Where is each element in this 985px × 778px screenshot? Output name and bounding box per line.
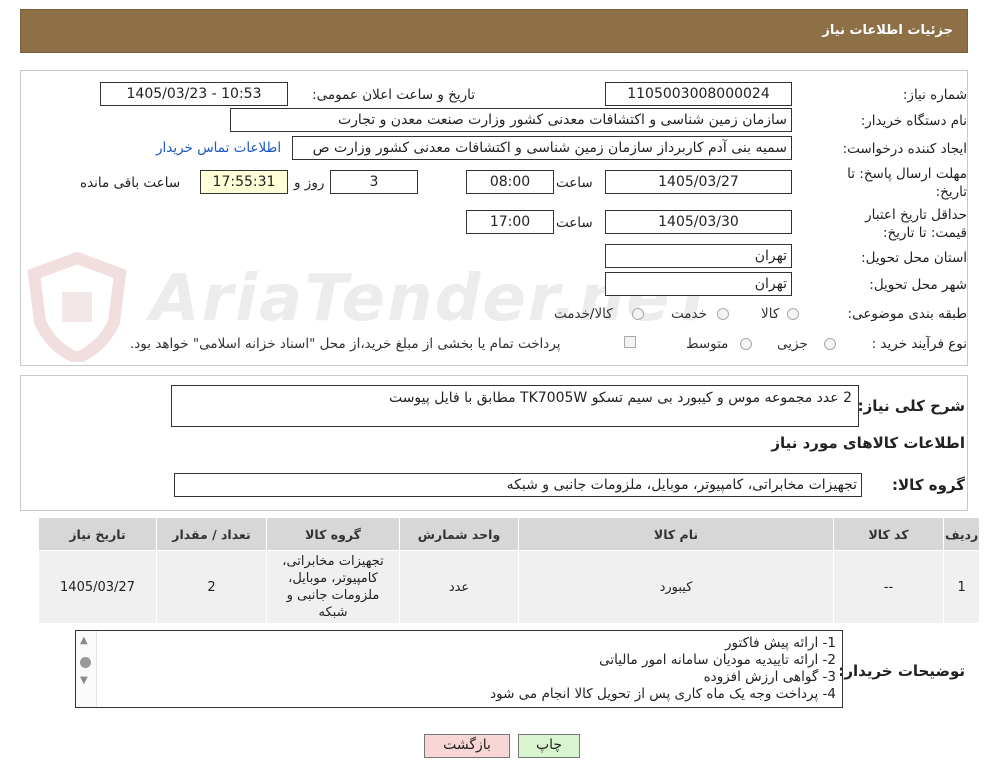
deadline-days-field: 3 xyxy=(330,170,418,194)
note-line: 3- گواهی ارزش افزوده xyxy=(703,669,836,685)
cell-row: 1 xyxy=(942,550,981,624)
province-field: تهران xyxy=(605,244,792,268)
description-field: 2 عدد مجموعه موس و کیبورد بی سیم تسکو TK… xyxy=(171,385,859,427)
scroll-down-icon[interactable]: ▼ xyxy=(80,675,88,686)
items-table-wrap: ردیف کد کالا نام کالا واحد شمارش گروه کا… xyxy=(38,517,981,624)
process-minor-label: جزیی xyxy=(777,336,808,352)
category-label: طبقه بندی موضوعی: xyxy=(847,306,967,322)
print-button[interactable]: چاپ xyxy=(518,734,580,758)
need-number-label: شماره نیاز: xyxy=(902,87,967,103)
scroll-thumb[interactable] xyxy=(80,657,91,668)
scroll-up-icon[interactable]: ▲ xyxy=(80,635,88,646)
validity-time-field: 17:00 xyxy=(466,210,554,234)
items-table: ردیف کد کالا نام کالا واحد شمارش گروه کا… xyxy=(38,517,981,624)
page-title: جزئیات اطلاعات نیاز xyxy=(822,23,953,38)
col-group: گروه کالا xyxy=(266,517,400,551)
validity-time-label: ساعت xyxy=(556,215,593,231)
deadline-days-label: روز و xyxy=(294,175,325,191)
cell-group: تجهیزات مخابراتی، کامپیوتر، موبایل، ملزو… xyxy=(266,550,400,624)
table-row: 1 -- کیبورد عدد تجهیزات مخابراتی، کامپیو… xyxy=(38,550,981,624)
goods-group-label: گروه کالا: xyxy=(892,476,965,494)
page-header: جزئیات اطلاعات نیاز xyxy=(20,9,968,53)
col-code: کد کالا xyxy=(833,517,944,551)
buyer-contact-link[interactable]: اطلاعات تماس خریدار xyxy=(156,140,281,156)
buyer-label: نام دستگاه خریدار: xyxy=(860,113,967,129)
category-both-label: کالا/خدمت xyxy=(554,306,613,322)
announce-label: تاریخ و ساعت اعلان عمومی: xyxy=(312,87,475,103)
validity-label: حداقل تاریخ اعتبار قیمت: تا تاریخ: xyxy=(865,207,967,241)
watermark-logo-icon xyxy=(22,251,132,365)
col-row: ردیف xyxy=(942,517,981,551)
treasury-payment-checkbox[interactable] xyxy=(624,336,636,348)
process-label: نوع فرآیند خرید : xyxy=(871,336,967,352)
process-minor-radio[interactable] xyxy=(824,338,836,350)
description-label: شرح کلی نیاز: xyxy=(857,397,965,415)
deadline-time-label: ساعت xyxy=(556,175,593,191)
note-line: 2- ارائه تاییدیه مودیان سامانه امور مالی… xyxy=(599,652,836,668)
cell-name: کیبورد xyxy=(518,550,834,624)
col-unit: واحد شمارش xyxy=(399,517,519,551)
announce-field: 1405/03/23 - 10:53 xyxy=(100,82,288,106)
remaining-time-field: 17:55:31 xyxy=(200,170,288,194)
note-line: 1- ارائه پیش فاکتور xyxy=(725,635,836,651)
category-goods-label: کالا xyxy=(761,306,780,322)
cell-code: -- xyxy=(833,550,944,624)
treasury-payment-note: پرداخت تمام یا بخشی از مبلغ خرید،از محل … xyxy=(130,336,561,352)
deadline-time-field: 08:00 xyxy=(466,170,554,194)
goods-group-field: تجهیزات مخابراتی، کامپیوتر، موبایل، ملزو… xyxy=(174,473,862,497)
deadline-date-field: 1405/03/27 xyxy=(605,170,792,194)
validity-date-field: 1405/03/30 xyxy=(605,210,792,234)
buyer-notes-text: 1- ارائه پیش فاکتور 2- ارائه تاییدیه مود… xyxy=(490,635,836,703)
cell-unit: عدد xyxy=(399,550,519,624)
remaining-time-label: ساعت باقی مانده xyxy=(80,175,181,191)
deadline-label: مهلت ارسال پاسخ: تا تاریخ: xyxy=(847,166,967,200)
province-label: استان محل تحویل: xyxy=(861,250,967,266)
cell-qty: 2 xyxy=(156,550,267,624)
buyer-field: سازمان زمین شناسی و اکتشافات معدنی کشور … xyxy=(230,108,792,132)
category-service-radio[interactable] xyxy=(717,308,729,320)
category-service-label: خدمت xyxy=(671,306,707,322)
col-name: نام کالا xyxy=(518,517,834,551)
buyer-notes-box: ▲ ▼ 1- ارائه پیش فاکتور 2- ارائه تاییدیه… xyxy=(75,630,843,708)
goods-info-title: اطلاعات کالاهای مورد نیاز xyxy=(771,434,965,452)
city-field: تهران xyxy=(605,272,792,296)
notes-scrollbar[interactable]: ▲ ▼ xyxy=(76,631,97,707)
city-label: شهر محل تحویل: xyxy=(869,277,967,293)
creator-field: سمیه بنی آدم کاربرداز سازمان زمین شناسی … xyxy=(292,136,792,160)
col-qty: تعداد / مقدار xyxy=(156,517,267,551)
category-goods-radio[interactable] xyxy=(787,308,799,320)
cell-date: 1405/03/27 xyxy=(38,550,157,624)
buyer-notes-label: توضیحات خریدار: xyxy=(838,662,965,680)
category-both-radio[interactable] xyxy=(632,308,644,320)
process-medium-radio[interactable] xyxy=(740,338,752,350)
need-number-field: 1105003008000024 xyxy=(605,82,792,106)
process-medium-label: متوسط xyxy=(686,336,729,352)
back-button[interactable]: بازگشت xyxy=(424,734,510,758)
note-line: 4- پرداخت وجه یک ماه کاری پس از تحویل کا… xyxy=(490,686,836,702)
col-date: تاریخ نیاز xyxy=(38,517,157,551)
creator-label: ایجاد کننده درخواست: xyxy=(842,141,967,157)
